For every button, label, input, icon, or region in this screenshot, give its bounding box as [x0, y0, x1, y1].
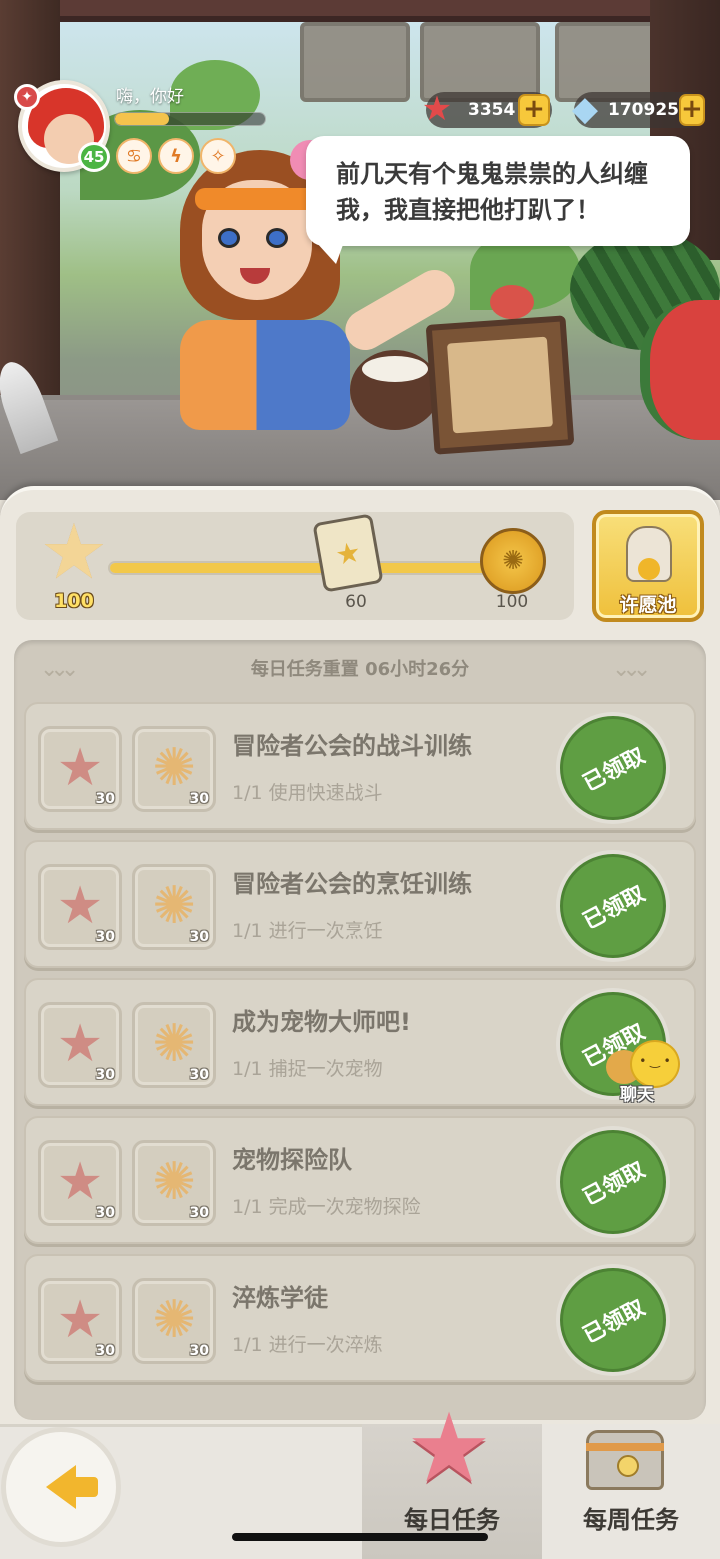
task-description: 1/1 使用快速战斗: [232, 782, 383, 804]
npc-headband: [195, 188, 320, 210]
chat-label[interactable]: 聊天: [604, 1080, 670, 1105]
xp-bar-fill: [115, 113, 169, 125]
gem-amount: 170925: [608, 100, 679, 120]
reward-slot[interactable]: ★ 30: [38, 1140, 122, 1226]
star-trophy-icon[interactable]: ★: [30, 507, 118, 596]
gem-currency: ◆ 170925 +: [572, 89, 705, 129]
treasure-chest-icon: [586, 1430, 664, 1490]
reward-quantity: 30: [189, 1343, 209, 1359]
shell-gem-icon: ◆: [571, 89, 599, 129]
background-sign: [300, 22, 410, 102]
coconut-drink-icon: [350, 350, 440, 430]
xp-bar: [114, 112, 266, 126]
level-badge: 45: [78, 142, 110, 172]
task-description: 1/1 捕捉一次宠物: [232, 1058, 383, 1080]
claimed-label: 已领取: [579, 881, 650, 935]
reward-slot[interactable]: ✺ 30: [132, 864, 216, 950]
tab-weekly-label: 每周任务: [583, 1506, 679, 1534]
task-title: 淬炼学徒: [232, 1284, 328, 1312]
task-row: ★ 30 ✺ 30 宠物探险队 1/1 完成一次宠物探险 已领取: [24, 1116, 696, 1244]
task-row: ★ 30 ✺ 30 成为宠物大师吧! 1/1 捕捉一次宠物 已领取: [24, 978, 696, 1106]
task-description: 1/1 完成一次宠物探险: [232, 1196, 421, 1218]
reward-slot[interactable]: ✺ 30: [132, 1140, 216, 1226]
compass-icon[interactable]: ✧: [200, 138, 236, 174]
claimed-label: 已领取: [579, 1295, 650, 1349]
npc-scene: [0, 0, 720, 500]
status-icons: ♋ ϟ ✧: [116, 138, 236, 174]
task-description: 1/1 进行一次烹饪: [232, 920, 383, 942]
milestone-label: 60: [345, 592, 367, 612]
activity-progress-bar: [108, 561, 500, 575]
wish-pool-label: 许愿池: [619, 594, 677, 616]
reward-quantity: 30: [189, 1067, 209, 1083]
reward-quantity: 30: [189, 1205, 209, 1221]
tab-daily-label: 每日任务: [404, 1506, 500, 1534]
reward-slot[interactable]: ★ 30: [38, 864, 122, 950]
reward-quantity: 30: [95, 1067, 115, 1083]
map-board-icon: [425, 315, 575, 455]
reward-quantity: 30: [95, 1205, 115, 1221]
npc-outfit: [180, 320, 350, 430]
wish-pool-button[interactable]: 许愿池: [592, 510, 704, 622]
reward-slot[interactable]: ★ 30: [38, 1278, 122, 1364]
wish-statue-icon: [626, 526, 672, 582]
gold-coin-icon[interactable]: ✺: [480, 528, 546, 594]
starfish-icon: ★: [421, 89, 453, 129]
task-title: 宠物探险队: [232, 1146, 352, 1174]
awning: [0, 0, 720, 22]
greeting-text: 嗨，你好: [116, 87, 184, 107]
reward-slot[interactable]: ✺ 30: [132, 1002, 216, 1088]
wooden-pole: [0, 0, 60, 420]
add-starfish-button[interactable]: +: [518, 94, 550, 126]
bird-icon: [490, 285, 534, 319]
task-description: 1/1 进行一次淬炼: [232, 1334, 383, 1356]
guild-badge-icon: ✦: [14, 84, 40, 110]
task-row: ★ 30 ✺ 30 冒险者公会的烹饪训练 1/1 进行一次烹饪 已领取: [24, 840, 696, 968]
reward-slot[interactable]: ✺ 30: [132, 1278, 216, 1364]
claimed-badge[interactable]: 已领取: [560, 1268, 666, 1372]
starfish-amount: 3354: [468, 100, 516, 120]
task-title: 冒险者公会的战斗训练: [232, 732, 472, 760]
back-arrow-icon: [46, 1465, 98, 1509]
npc-eye: [266, 228, 288, 248]
crab-icon[interactable]: ♋: [116, 138, 152, 174]
npc-eye: [218, 228, 240, 248]
claimed-badge[interactable]: 已领取: [560, 716, 666, 820]
add-gem-button[interactable]: +: [678, 94, 705, 126]
reward-quantity: 30: [189, 791, 209, 807]
milestone-label: 100: [495, 592, 529, 612]
reward-quantity: 30: [95, 791, 115, 807]
activity-progress-fill: [110, 563, 498, 573]
task-title: 成为宠物大师吧!: [232, 1008, 411, 1036]
home-indicator: [232, 1533, 488, 1541]
reward-quantity: 30: [95, 1343, 115, 1359]
task-title: 冒险者公会的烹饪训练: [232, 870, 472, 898]
npc-speech-bubble: 前几天有个鬼鬼祟祟的人纠缠我，我直接把他打趴了！: [306, 136, 690, 246]
claimed-label: 已领取: [579, 1157, 650, 1211]
bolt-badge-icon[interactable]: ϟ: [158, 138, 194, 174]
daily-reset-timer: 每日任务重置 06小时26分: [250, 659, 470, 680]
claimed-label: 已领取: [579, 743, 650, 797]
reward-slot[interactable]: ★ 30: [38, 726, 122, 812]
task-row: ★ 30 ✺ 30 淬炼学徒 1/1 进行一次淬炼 已领取: [24, 1254, 696, 1382]
reward-slot[interactable]: ★ 30: [38, 1002, 122, 1088]
task-row: ★ 30 ✺ 30 冒险者公会的战斗训练 1/1 使用快速战斗 已领取: [24, 702, 696, 830]
reward-quantity: 30: [95, 929, 115, 945]
reward-quantity: 30: [189, 929, 209, 945]
milestone-label: 100: [54, 590, 94, 612]
claimed-badge[interactable]: 已领取: [560, 854, 666, 958]
card-reward-icon[interactable]: ★: [312, 513, 384, 593]
back-button[interactable]: [6, 1432, 116, 1542]
claimed-badge[interactable]: 已领取: [560, 1130, 666, 1234]
starfish-currency: ★ 3354 +: [422, 89, 552, 129]
reward-slot[interactable]: ✺ 30: [132, 726, 216, 812]
starfish-icon: ★: [394, 1398, 504, 1498]
